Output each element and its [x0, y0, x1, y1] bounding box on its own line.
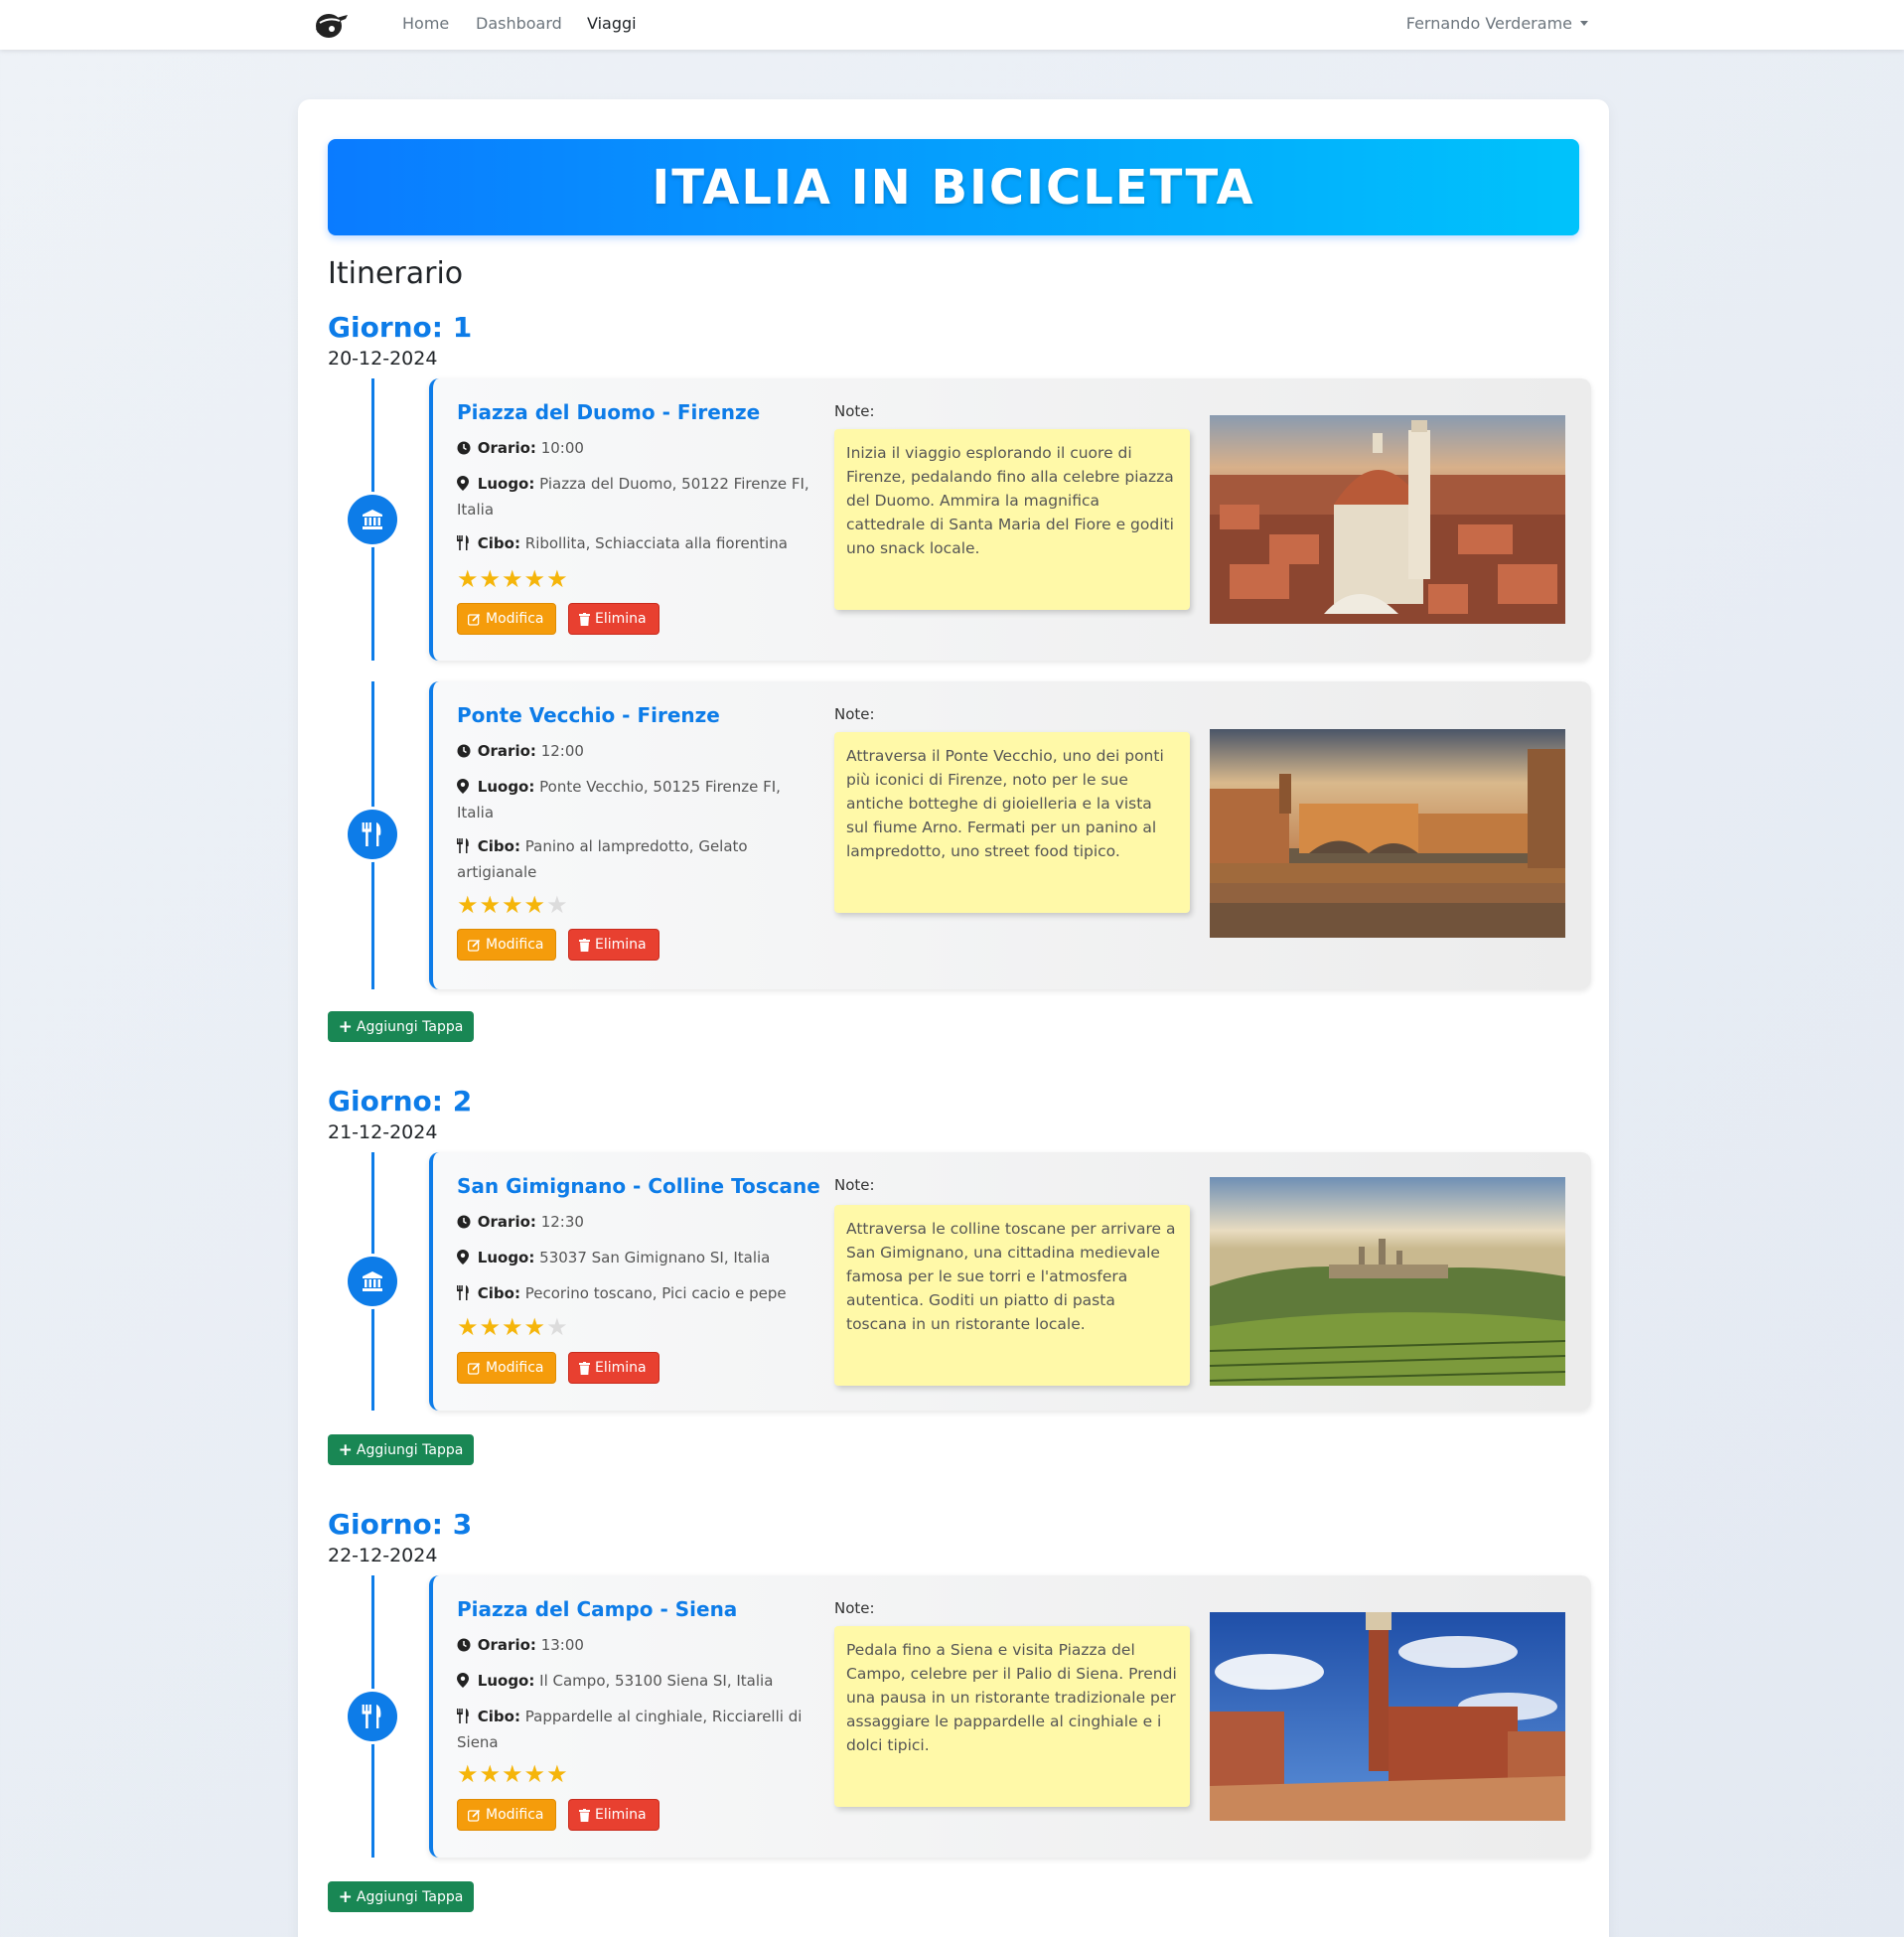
stop-time: Orario: 12:00	[457, 739, 809, 765]
stop-name: San Gimignano - Colline Toscane	[457, 1174, 820, 1198]
rating-stars: ★★★★★	[457, 1313, 569, 1341]
plus-icon: +	[338, 1886, 353, 1907]
user-name: Fernando Verderame	[1405, 14, 1572, 33]
star-empty-icon: ★	[546, 891, 569, 919]
star-empty-icon: ★	[546, 1313, 569, 1341]
edit-button[interactable]: Modifica	[457, 929, 556, 961]
day-title: Giorno: 2	[328, 1085, 473, 1118]
note-label: Note:	[834, 402, 875, 420]
landmark-icon	[348, 495, 397, 544]
landmark-icon	[348, 1257, 397, 1306]
utensils-icon	[348, 1692, 397, 1741]
trip-title: ITALIA IN BICICLETTA	[652, 159, 1255, 216]
utensils-icon	[457, 1707, 473, 1730]
note-label: Note:	[834, 1176, 875, 1194]
stop-name: Piazza del Campo - Siena	[457, 1597, 738, 1621]
stop-photo	[1210, 415, 1565, 624]
trash-icon	[579, 938, 590, 952]
stop-photo	[1210, 729, 1565, 938]
map-marker-icon	[457, 1671, 473, 1695]
chevron-down-icon	[1580, 21, 1588, 26]
note-box: Attraversa il Ponte Vecchio, uno dei pon…	[834, 732, 1190, 913]
note-box: Attraversa le colline toscane per arriva…	[834, 1205, 1190, 1386]
note-label: Note:	[834, 1599, 875, 1617]
plus-icon: +	[338, 1016, 353, 1037]
note-box: Pedala fino a Siena e visita Piazza del …	[834, 1626, 1190, 1807]
trash-icon	[579, 1361, 590, 1375]
plus-icon: +	[338, 1439, 353, 1460]
edit-button[interactable]: Modifica	[457, 1352, 556, 1384]
stop-location: Luogo: Il Campo, 53100 Siena SI, Italia	[457, 1669, 809, 1695]
edit-button[interactable]: Modifica	[457, 1799, 556, 1831]
trash-icon	[579, 612, 590, 626]
stop-food: Cibo: Ribollita, Schiacciata alla fioren…	[457, 531, 809, 557]
star-icon: ★★★★	[457, 891, 547, 919]
day-title: Giorno: 3	[328, 1508, 473, 1541]
section-title: Itinerario	[328, 256, 464, 291]
stop-name: Piazza del Duomo - Firenze	[457, 400, 761, 424]
delete-button[interactable]: Elimina	[568, 929, 659, 961]
stop-time: Orario: 10:00	[457, 436, 809, 462]
day-date: 20-12-2024	[328, 348, 438, 370]
edit-button[interactable]: Modifica	[457, 603, 556, 635]
utensils-icon	[457, 1283, 473, 1307]
stop-card: Piazza del Duomo - Firenze Orario: 10:00…	[429, 378, 1591, 661]
map-marker-icon	[457, 1248, 473, 1271]
edit-icon	[468, 1362, 481, 1375]
utensils-icon	[457, 836, 473, 860]
navbar: Home Dashboard Viaggi Fernando Verderame	[0, 0, 1904, 50]
stop-card: Piazza del Campo - Siena Orario: 13:00 L…	[429, 1575, 1591, 1858]
delete-button[interactable]: Elimina	[568, 603, 659, 635]
rating-stars: ★★★★★	[457, 565, 569, 593]
add-stop-button[interactable]: + Aggiungi Tappa	[328, 1881, 474, 1912]
clock-icon	[457, 438, 473, 462]
note-box: Inizia il viaggio esplorando il cuore di…	[834, 429, 1190, 610]
stop-food: Cibo: Pecorino toscano, Pici cacio e pep…	[457, 1281, 809, 1307]
map-marker-icon	[457, 474, 473, 498]
star-icon: ★★★★★	[457, 565, 569, 593]
edit-icon	[468, 613, 481, 626]
trip-card: ITALIA IN BICICLETTA Itinerario Giorno: …	[298, 99, 1609, 1937]
trash-icon	[579, 1808, 590, 1822]
day-date: 22-12-2024	[328, 1545, 438, 1566]
user-menu-dropdown[interactable]: Fernando Verderame	[1406, 14, 1588, 33]
nav-link-home[interactable]: Home	[402, 14, 449, 33]
trip-title-banner: ITALIA IN BICICLETTA	[328, 139, 1579, 235]
stop-photo	[1210, 1612, 1565, 1821]
day-date: 21-12-2024	[328, 1121, 438, 1143]
clock-icon	[457, 741, 473, 765]
stop-name: Ponte Vecchio - Firenze	[457, 703, 720, 727]
delete-button[interactable]: Elimina	[568, 1352, 659, 1384]
star-icon: ★★★★★	[457, 1760, 569, 1788]
utensils-icon	[457, 533, 473, 557]
stop-card: Ponte Vecchio - Firenze Orario: 12:00 Lu…	[429, 681, 1591, 989]
stop-time: Orario: 12:30	[457, 1210, 809, 1236]
stop-location: Luogo: 53037 San Gimignano SI, Italia	[457, 1246, 809, 1271]
star-icon: ★★★★	[457, 1313, 547, 1341]
map-marker-icon	[457, 777, 473, 801]
stop-location: Luogo: Ponte Vecchio, 50125 Firenze FI, …	[457, 777, 781, 821]
day-title: Giorno: 1	[328, 311, 473, 344]
stop-photo	[1210, 1177, 1565, 1386]
utensils-icon	[348, 810, 397, 859]
stop-food: Cibo: Pappardelle al cinghiale, Ricciare…	[457, 1707, 803, 1751]
edit-icon	[468, 939, 481, 952]
rating-stars: ★★★★★	[457, 1760, 569, 1788]
clock-icon	[457, 1635, 473, 1659]
brand-logo-icon[interactable]	[310, 7, 352, 43]
stop-card: San Gimignano - Colline Toscane Orario: …	[429, 1152, 1591, 1411]
note-label: Note:	[834, 705, 875, 723]
clock-icon	[457, 1212, 473, 1236]
stop-food: Cibo: Panino al lampredotto, Gelato arti…	[457, 836, 748, 881]
nav-link-viaggi[interactable]: Viaggi	[587, 14, 637, 33]
add-stop-button[interactable]: + Aggiungi Tappa	[328, 1434, 474, 1465]
edit-icon	[468, 1809, 481, 1822]
add-stop-button[interactable]: + Aggiungi Tappa	[328, 1011, 474, 1042]
stop-time: Orario: 13:00	[457, 1633, 809, 1659]
delete-button[interactable]: Elimina	[568, 1799, 659, 1831]
stop-location: Luogo: Piazza del Duomo, 50122 Firenze F…	[457, 474, 809, 519]
rating-stars: ★★★★★	[457, 891, 569, 919]
nav-link-dashboard[interactable]: Dashboard	[476, 14, 562, 33]
